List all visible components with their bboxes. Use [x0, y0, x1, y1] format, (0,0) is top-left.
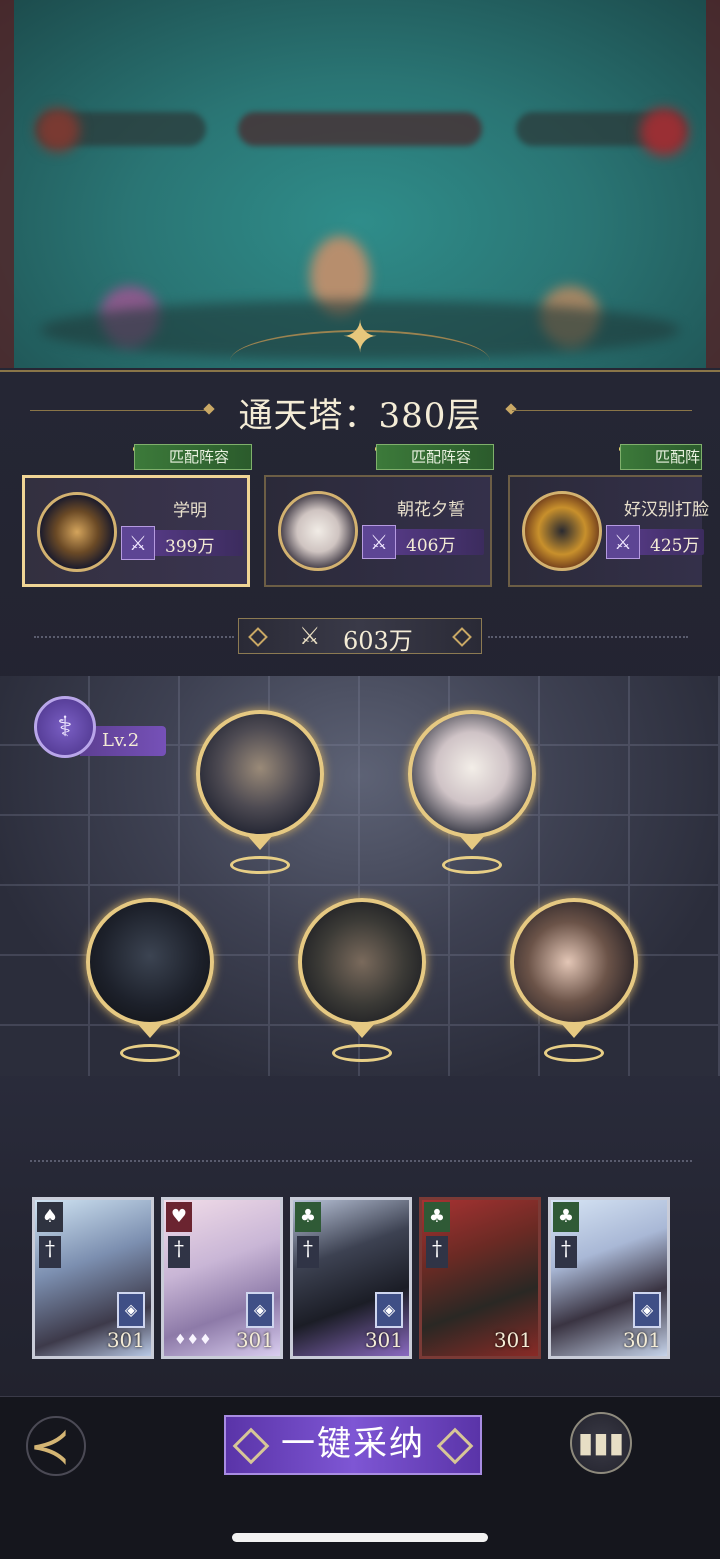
- dotted-divider-right: [488, 636, 688, 638]
- blurred-center-banner: [238, 112, 482, 146]
- button-ornament-right: [436, 1427, 474, 1465]
- diamond-rank-icon: ♦♦♦: [174, 1332, 212, 1348]
- team-total-power: ⚔ 603万: [238, 618, 482, 655]
- match-lineup-tag[interactable]: 匹配阵容: [134, 444, 252, 470]
- hero-ring: [332, 1044, 392, 1062]
- compass-star-icon: ✦: [341, 312, 379, 363]
- diamond-ornament-right: [452, 627, 472, 647]
- dotted-divider-cards: [30, 1160, 692, 1162]
- dotted-divider-left: [34, 636, 234, 638]
- stats-button[interactable]: ▮▮▮: [570, 1412, 632, 1474]
- opponent-power: ⚔ 425万: [606, 525, 704, 559]
- crossed-swords-icon: ⚔: [606, 525, 640, 559]
- club-icon: ♣: [295, 1202, 321, 1232]
- crossed-swords-icon: ⚔: [362, 525, 396, 559]
- crossed-swords-icon: ⚔: [299, 622, 321, 650]
- background-edge-right: [706, 0, 720, 370]
- hero-card-4[interactable]: ♣ † 301: [419, 1197, 541, 1359]
- diamond-ornament-left: [248, 627, 268, 647]
- avatar: [37, 492, 117, 572]
- home-indicator[interactable]: [232, 1533, 488, 1542]
- opponent-card-2[interactable]: 朝花夕誓 ⚔ 406万: [264, 475, 492, 587]
- opponent-power: ⚔ 406万: [362, 525, 484, 559]
- crossed-swords-icon: ⚔: [121, 526, 155, 560]
- back-button-ring: [26, 1416, 86, 1476]
- page-title: 通天塔：380层: [238, 396, 482, 436]
- title-divider-right: [512, 410, 692, 411]
- shield-icon: ◈: [633, 1292, 661, 1328]
- opponent-power-value: 406万: [406, 536, 456, 556]
- match-lineup-tag[interactable]: 匹配阵容: [620, 444, 702, 470]
- sword-icon: †: [555, 1236, 577, 1268]
- hero-ring: [544, 1044, 604, 1062]
- card-level: 301: [364, 1328, 403, 1352]
- sword-icon: †: [168, 1236, 190, 1268]
- formation-hero-4[interactable]: [298, 898, 426, 1026]
- hero-ring: [442, 856, 502, 874]
- back-button[interactable]: ≺: [14, 1416, 86, 1476]
- opponent-name: 朝花夕誓: [397, 500, 465, 520]
- hero-card-1[interactable]: ♠ † ◈ 301: [32, 1197, 154, 1359]
- sword-icon: †: [39, 1236, 61, 1268]
- card-level: 301: [235, 1328, 274, 1352]
- adopt-all-button[interactable]: 一键采纳: [224, 1415, 482, 1475]
- formation-hero-2[interactable]: [408, 710, 536, 838]
- card-level: 301: [106, 1328, 145, 1352]
- shield-icon: ◈: [117, 1292, 145, 1328]
- card-level: 301: [622, 1328, 661, 1352]
- hero-pin: [246, 834, 274, 850]
- sword-icon: †: [426, 1236, 448, 1268]
- hero-ring: [230, 856, 290, 874]
- hero-pin: [348, 1022, 376, 1038]
- stats-icon: ▮▮▮: [577, 1426, 625, 1459]
- shield-icon: ◈: [375, 1292, 403, 1328]
- button-ornament-left: [232, 1427, 270, 1465]
- caduceus-icon[interactable]: ⚕: [34, 696, 96, 758]
- hero-pin: [458, 834, 486, 850]
- shield-icon: ◈: [246, 1292, 274, 1328]
- avatar: [278, 491, 358, 571]
- hero-card-5[interactable]: ♣ † ◈ 301: [548, 1197, 670, 1359]
- adopt-all-label: 一键采纳: [281, 1424, 425, 1464]
- total-power-value: 603万: [343, 627, 413, 655]
- club-icon: ♣: [424, 1202, 450, 1232]
- opponent-name: 好汉别打脸: [624, 500, 709, 520]
- background-edge-left: [0, 0, 14, 370]
- formation-hero-1[interactable]: [196, 710, 324, 838]
- card-level: 301: [493, 1328, 532, 1352]
- opponent-card-3[interactable]: 好汉别打脸 ⚔ 425万: [508, 475, 709, 587]
- hero-pin: [136, 1022, 164, 1038]
- match-lineup-tag[interactable]: 匹配阵容: [376, 444, 494, 470]
- opponent-power-value: 425万: [650, 536, 700, 556]
- blurred-emblem-right: [640, 108, 688, 156]
- club-icon: ♣: [553, 1202, 579, 1232]
- hero-card-2[interactable]: ♥ † ◈ ♦♦♦ 301: [161, 1197, 283, 1359]
- opponent-power: ⚔ 399万: [121, 526, 243, 560]
- avatar: [522, 491, 602, 571]
- hero-pin: [560, 1022, 588, 1038]
- hero-card-3[interactable]: ♣ † ◈ 301: [290, 1197, 412, 1359]
- opponent-power-value: 399万: [165, 537, 215, 557]
- spade-icon: ♠: [37, 1202, 63, 1232]
- formation-hero-5[interactable]: [510, 898, 638, 1026]
- sword-icon: †: [297, 1236, 319, 1268]
- formation-hero-3[interactable]: [86, 898, 214, 1026]
- opponent-card-1[interactable]: 学明 ⚔ 399万: [22, 475, 250, 587]
- hero-ring: [120, 1044, 180, 1062]
- level-label: Lv.2: [102, 730, 140, 751]
- blurred-emblem-left: [36, 108, 80, 152]
- heart-icon: ♥: [166, 1202, 192, 1232]
- opponent-name: 学明: [173, 501, 207, 521]
